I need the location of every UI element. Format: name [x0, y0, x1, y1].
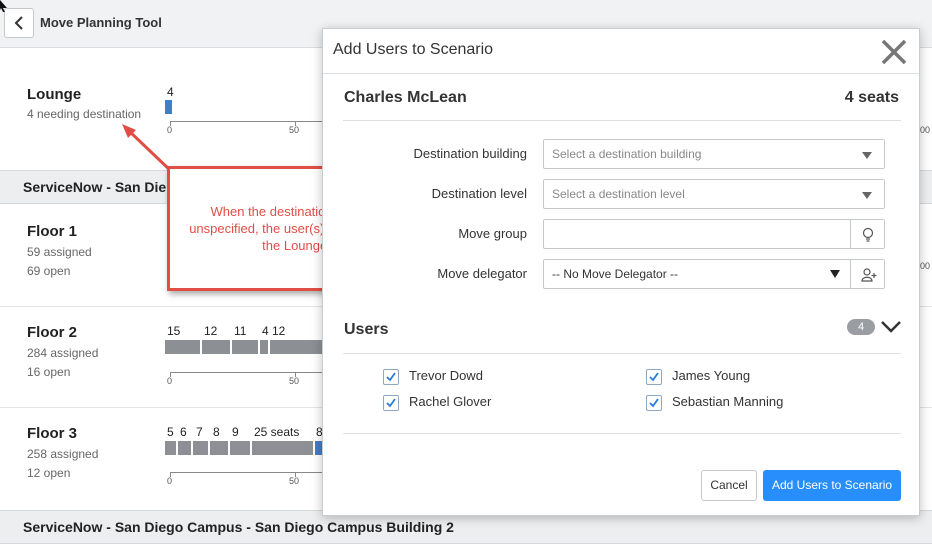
floor-2-assigned: 284 assigned [27, 346, 99, 360]
mouse-cursor-icon [0, 0, 7, 12]
floor-3-axis [170, 472, 322, 473]
seat-count: 4 seats [844, 89, 899, 106]
floor-3-segment [315, 441, 322, 455]
app-title: Move Planning Tool [40, 15, 162, 30]
segment-label: 9 [232, 425, 239, 439]
segment-label: 6 [180, 425, 187, 439]
axis-tick-label: 0 [167, 376, 173, 386]
axis-tick-label: 0 [167, 476, 173, 486]
add-users-modal: Add Users to Scenario Charles McLean 4 s… [322, 28, 920, 516]
segment-label: 15 [167, 324, 181, 338]
destination-level-placeholder: Select a destination level [552, 187, 685, 201]
floor-3-open: 12 open [27, 466, 71, 480]
destination-level-label: Destination level [431, 186, 527, 201]
floor-2-segment [260, 340, 268, 354]
move-delegator-select[interactable]: -- No Move Delegator -- [543, 259, 851, 289]
segment-label: 25 seats [254, 425, 300, 439]
user-name: Sebastian Manning [672, 394, 784, 409]
add-delegator-button[interactable] [850, 259, 885, 289]
caret-down-icon [862, 192, 872, 199]
floor-3-assigned: 258 assigned [27, 447, 99, 461]
segment-label: 12 [204, 324, 218, 338]
segment-label: 12 [272, 324, 286, 338]
checkmark-icon [649, 372, 659, 382]
floor-2-segment [232, 340, 258, 354]
checkmark-icon [649, 398, 659, 408]
move-delegator-value: -- No Move Delegator -- [552, 267, 679, 281]
move-group-lookup-button[interactable] [850, 219, 885, 249]
destination-building-placeholder: Select a destination building [552, 147, 702, 161]
segment-label: 8 [213, 425, 220, 439]
destination-building-select[interactable]: Select a destination building [543, 139, 885, 169]
modal-header-divider [323, 73, 919, 74]
move-group-input[interactable] [543, 219, 851, 249]
floor-3-segment [210, 441, 228, 455]
segment-label: 7 [196, 425, 203, 439]
divider [343, 353, 901, 354]
user-checkbox[interactable] [383, 369, 399, 385]
floor-1-title: Floor 1 [27, 223, 78, 240]
building-section-title: ServiceNow - San Die [23, 179, 167, 195]
cancel-button[interactable]: Cancel [701, 470, 757, 501]
lounge-axis [170, 121, 330, 122]
destination-level-select[interactable]: Select a destination level [543, 179, 885, 209]
add-users-to-scenario-button[interactable]: Add Users to Scenario [763, 470, 901, 501]
user-name: Rachel Glover [409, 394, 492, 409]
modal-title: Add Users to Scenario [333, 41, 494, 58]
segment-label: 5 [167, 425, 174, 439]
move-delegator-label: Move delegator [437, 266, 527, 281]
divider [343, 120, 901, 121]
close-icon[interactable] [879, 37, 909, 67]
segment-label: 11 [234, 324, 247, 338]
lounge-bar-label: 4 [167, 85, 174, 99]
floor-3-segment [252, 441, 313, 455]
back-button[interactable] [4, 8, 34, 38]
caret-down-icon [830, 270, 840, 278]
checkmark-icon [386, 372, 396, 382]
user-checkbox[interactable] [646, 369, 662, 385]
floor-3-segment [193, 441, 208, 455]
floor-3-segment [178, 441, 191, 455]
axis-tick-label: 00 [920, 125, 931, 135]
divider [343, 433, 901, 434]
chevron-down-icon[interactable] [879, 319, 903, 335]
floor-3-segment [230, 441, 250, 455]
floor-2-open: 16 open [27, 365, 71, 379]
floor-2-segment [202, 340, 230, 354]
lightbulb-icon [862, 227, 874, 242]
checkmark-icon [386, 398, 396, 408]
axis-tick-label: 50 [289, 376, 300, 386]
floor-2-axis [170, 372, 322, 373]
floor-2-segment [270, 340, 322, 354]
building-section-title: ServiceNow - San Diego Campus - San Dieg… [23, 519, 454, 535]
move-group-label: Move group [458, 226, 527, 241]
axis-tick-label: 50 [289, 125, 300, 135]
chevron-left-icon [14, 16, 23, 30]
users-heading: Users [344, 321, 389, 338]
users-count-badge: 4 [847, 319, 875, 335]
user-name: James Young [672, 368, 751, 383]
person-name: Charles McLean [344, 89, 467, 106]
user-name: Trevor Dowd [409, 368, 483, 383]
floor-1-open: 69 open [27, 264, 71, 278]
floor-2-title: Floor 2 [27, 324, 78, 341]
axis-tick-label: 50 [289, 476, 300, 486]
segment-label: 4 [262, 324, 269, 338]
floor-3-segment [165, 441, 176, 455]
floor-1-assigned: 59 assigned [27, 245, 92, 259]
user-checkbox[interactable] [383, 395, 399, 411]
axis-tick-label: 00 [920, 261, 931, 271]
lounge-bar [165, 100, 172, 114]
floor-3-title: Floor 3 [27, 425, 78, 442]
caret-down-icon [862, 152, 872, 159]
destination-building-label: Destination building [413, 146, 527, 161]
user-checkbox[interactable] [646, 395, 662, 411]
lounge-title: Lounge [27, 86, 82, 103]
add-user-icon [861, 268, 877, 282]
floor-2-segment [165, 340, 200, 354]
